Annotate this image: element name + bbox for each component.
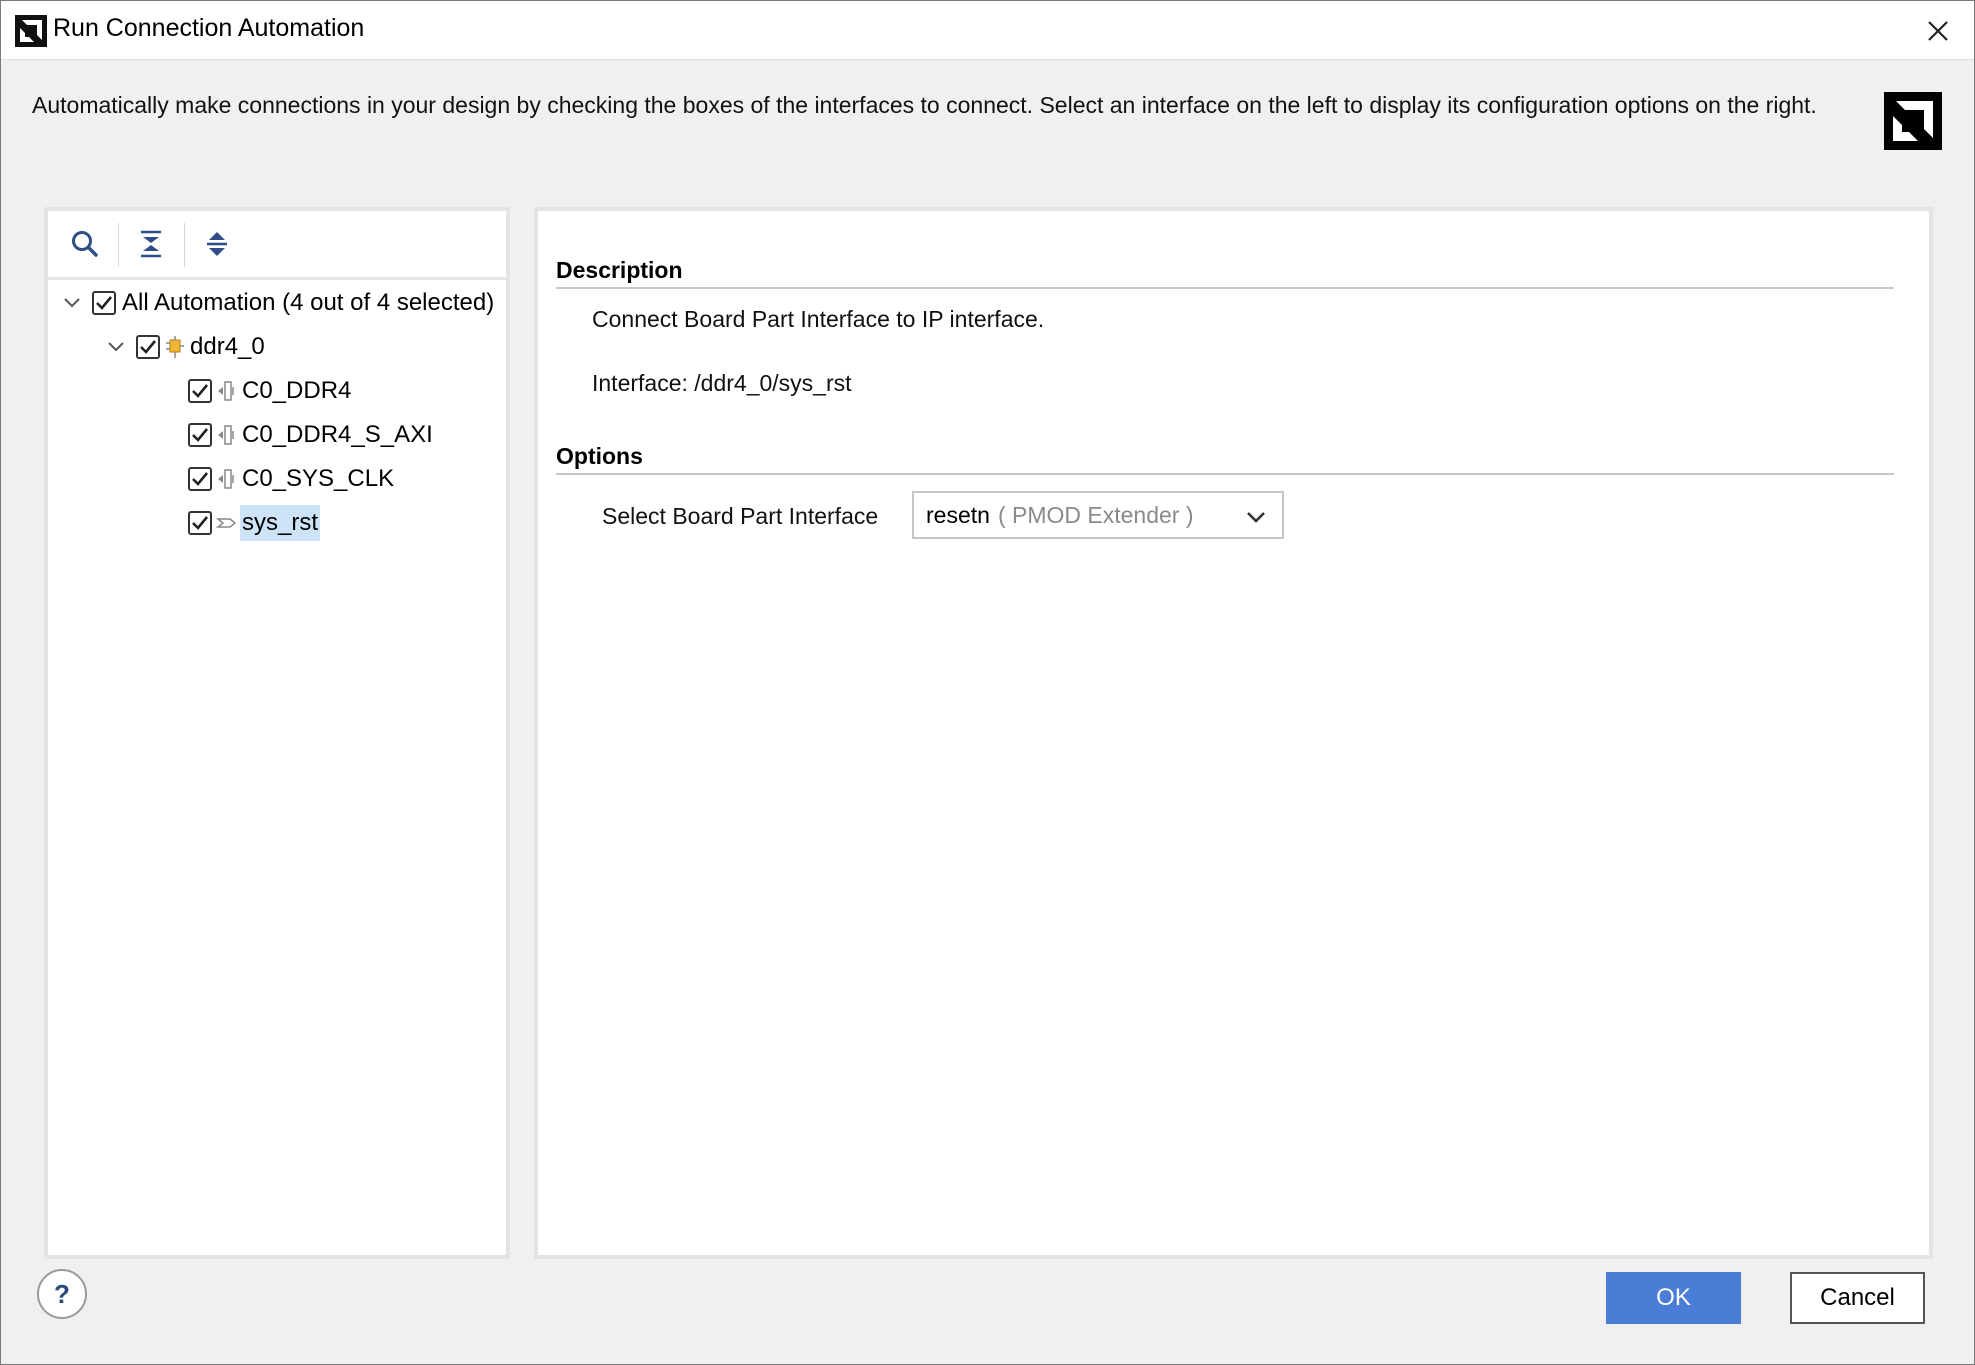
options-heading: Options xyxy=(556,443,643,469)
chevron-down-icon[interactable] xyxy=(104,335,128,359)
title-bar: Run Connection Automation xyxy=(1,1,1974,60)
board-part-interface-select[interactable]: resetn ( PMOD Extender ) xyxy=(912,491,1284,539)
ip-block-icon xyxy=(164,334,186,360)
checkbox-c0-ddr4[interactable] xyxy=(188,379,212,403)
expand-all-icon xyxy=(207,232,227,256)
description-heading: Description xyxy=(556,257,683,283)
checkbox-c0-ddr4-s-axi[interactable] xyxy=(188,423,212,447)
chevron-down-icon xyxy=(1247,512,1265,523)
checkbox-sys-rst[interactable] xyxy=(188,511,212,535)
tree-label-sys-rst: sys_rst xyxy=(240,505,321,541)
tree-row-c0-ddr4-s-axi[interactable]: C0_DDR4_S_AXI xyxy=(188,415,435,455)
board-part-interface-value: resetn xyxy=(926,501,990,528)
collapse-all-button[interactable] xyxy=(132,225,170,263)
checkmark-icon xyxy=(140,340,157,354)
board-part-interface-label: Select Board Part Interface xyxy=(602,503,879,529)
amd-corner-logo-icon xyxy=(1884,92,1942,150)
tree-label-ddr4-0: ddr4_0 xyxy=(190,333,265,360)
reset-port-icon xyxy=(216,510,238,536)
options-divider xyxy=(556,473,1894,475)
checkbox-ddr4-0[interactable] xyxy=(136,335,160,359)
checkmark-icon xyxy=(96,296,113,310)
configuration-panel: Description Connect Board Part Interface… xyxy=(534,207,1933,1259)
description-text: Connect Board Part Interface to IP inter… xyxy=(592,306,1045,332)
cancel-button[interactable]: Cancel xyxy=(1790,1272,1925,1324)
toolbar-separator xyxy=(118,223,119,267)
tree-toolbar xyxy=(48,211,506,280)
tree-row-all-automation[interactable]: All Automation (4 out of 4 selected) xyxy=(60,283,496,323)
search-button[interactable] xyxy=(66,225,104,263)
checkmark-icon xyxy=(192,516,209,530)
chevron-down-icon[interactable] xyxy=(60,291,84,315)
automation-tree-panel: All Automation (4 out of 4 selected) ddr… xyxy=(44,207,510,1259)
close-icon xyxy=(1928,21,1948,41)
board-part-interface-subtitle: ( PMOD Extender ) xyxy=(997,501,1194,528)
bus-interface-icon xyxy=(216,466,238,492)
window-title: Run Connection Automation xyxy=(53,14,365,42)
dialog-window: Run Connection Automation Automatically … xyxy=(0,0,1975,1365)
checkbox-c0-sys-clk[interactable] xyxy=(188,467,212,491)
interface-path-text: Interface: /ddr4_0/sys_rst xyxy=(592,370,852,396)
toolbar-separator xyxy=(184,223,185,267)
help-button[interactable]: ? xyxy=(37,1269,87,1319)
tree-label-all-automation: All Automation (4 out of 4 selected) xyxy=(122,289,495,316)
close-button[interactable] xyxy=(1918,11,1958,51)
bus-interface-icon xyxy=(216,378,238,404)
checkbox-all-automation[interactable] xyxy=(92,291,116,315)
expand-all-button[interactable] xyxy=(198,225,236,263)
checkmark-icon xyxy=(192,472,209,486)
tree-row-ddr4-0[interactable]: ddr4_0 xyxy=(104,327,267,367)
ok-button[interactable]: OK xyxy=(1606,1272,1741,1324)
tree-label-c0-ddr4-s-axi: C0_DDR4_S_AXI xyxy=(242,421,433,448)
tree-label-c0-ddr4: C0_DDR4 xyxy=(242,377,352,404)
description-divider xyxy=(556,287,1894,289)
checkmark-icon xyxy=(192,384,209,398)
search-icon xyxy=(72,231,98,257)
tree-row-c0-ddr4[interactable]: C0_DDR4 xyxy=(188,371,353,411)
checkmark-icon xyxy=(192,428,209,442)
bus-interface-icon xyxy=(216,422,238,448)
tree-row-sys-rst[interactable]: sys_rst xyxy=(188,503,321,543)
amd-logo-icon xyxy=(15,15,47,47)
collapse-all-icon xyxy=(141,230,161,258)
intro-text: Automatically make connections in your d… xyxy=(32,92,1817,118)
tree-label-c0-sys-clk: C0_SYS_CLK xyxy=(242,465,395,492)
tree-row-c0-sys-clk[interactable]: C0_SYS_CLK xyxy=(188,459,396,499)
